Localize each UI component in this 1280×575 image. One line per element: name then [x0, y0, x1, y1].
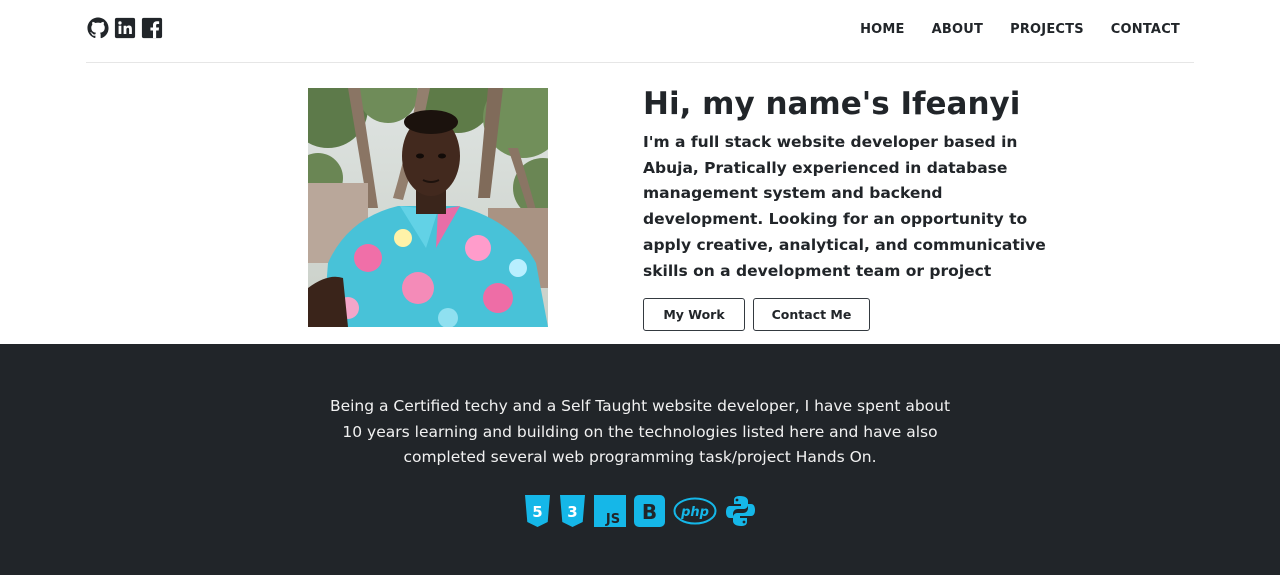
profile-photo: [308, 88, 548, 327]
skills-text: Being a Certified techy and a Self Taugh…: [329, 397, 951, 467]
linkedin-icon[interactable]: [114, 17, 136, 39]
nav-link-projects[interactable]: PROJECTS: [1010, 22, 1084, 37]
hero-title: Hi, my name's Ifeanyi: [643, 86, 1021, 122]
html5-icon: 5: [524, 495, 551, 527]
navbar: HOME ABOUT PROJECTS CONTACT: [86, 0, 1194, 63]
nav-link-about[interactable]: ABOUT: [932, 22, 983, 37]
skills-section: Being a Certified techy and a Self Taugh…: [0, 344, 1280, 575]
social-links: [87, 17, 163, 39]
hero-buttons: My Work Contact Me: [643, 298, 870, 331]
php-icon: php: [673, 497, 717, 525]
tech-icons: 5 3 JS B php: [524, 495, 764, 527]
nav-menu: HOME ABOUT PROJECTS CONTACT: [833, 22, 1180, 37]
svg-text:JS: JS: [605, 512, 620, 527]
my-work-button[interactable]: My Work: [643, 298, 745, 331]
facebook-icon[interactable]: [141, 17, 163, 39]
svg-text:3: 3: [567, 503, 577, 521]
svg-text:php: php: [680, 505, 709, 520]
nav-link-contact[interactable]: CONTACT: [1111, 22, 1180, 37]
nav-link-home[interactable]: HOME: [860, 22, 905, 37]
css3-icon: 3: [559, 495, 586, 527]
python-icon: [725, 495, 756, 527]
hero-intro: Hi, my name's Ifeanyi I'm a full stack w…: [643, 84, 1063, 284]
svg-text:5: 5: [532, 503, 542, 521]
svg-text:B: B: [642, 500, 657, 524]
hero-description: I'm a full stack website developer based…: [643, 133, 1046, 280]
javascript-icon: JS: [594, 495, 626, 527]
bootstrap-icon: B: [634, 495, 665, 527]
github-icon[interactable]: [87, 17, 109, 39]
contact-me-button[interactable]: Contact Me: [753, 298, 870, 331]
